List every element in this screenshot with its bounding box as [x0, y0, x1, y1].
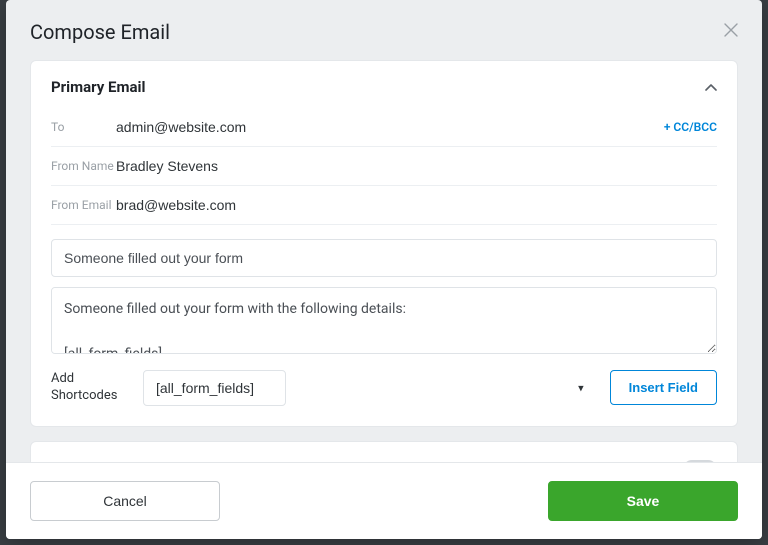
modal-footer: Cancel Save: [6, 462, 762, 539]
from-name-row: From Name: [51, 147, 717, 186]
shortcode-select-wrap: [all_form_fields]: [143, 370, 596, 406]
subject-input[interactable]: [51, 239, 717, 277]
cc-bcc-button[interactable]: + CC/BCC: [664, 120, 717, 134]
primary-email-title: Primary Email: [51, 78, 145, 96]
shortcode-select[interactable]: [all_form_fields]: [143, 370, 286, 406]
to-input[interactable]: [116, 119, 664, 135]
shortcode-row: Add Shortcodes [all_form_fields] Insert …: [51, 370, 717, 406]
primary-email-body: To + CC/BCC From Name From Email Someone…: [31, 108, 737, 426]
close-icon[interactable]: [724, 23, 738, 41]
from-name-label: From Name: [51, 159, 116, 173]
modal-body: Primary Email To + CC/BCC From Name From…: [6, 60, 762, 462]
compose-email-modal: Compose Email Primary Email To + CC/BCC …: [6, 0, 762, 539]
shortcode-label: Add Shortcodes: [51, 371, 129, 405]
chevron-up-icon[interactable]: [705, 77, 717, 96]
confirmation-card: Send confirmation email to user that sub…: [30, 441, 738, 462]
from-email-label: From Email: [51, 198, 116, 212]
modal-title: Compose Email: [30, 20, 170, 44]
insert-field-button[interactable]: Insert Field: [610, 370, 717, 405]
confirmation-toggle[interactable]: [683, 460, 717, 462]
message-textarea[interactable]: Someone filled out your form with the fo…: [51, 287, 717, 354]
from-email-row: From Email: [51, 186, 717, 225]
save-button[interactable]: Save: [548, 481, 738, 521]
primary-email-header[interactable]: Primary Email: [31, 61, 737, 108]
cancel-button[interactable]: Cancel: [30, 481, 220, 521]
primary-email-card: Primary Email To + CC/BCC From Name From…: [30, 60, 738, 427]
to-row: To + CC/BCC: [51, 108, 717, 147]
to-label: To: [51, 120, 116, 134]
modal-header: Compose Email: [6, 0, 762, 60]
from-email-input[interactable]: [116, 197, 717, 213]
from-name-input[interactable]: [116, 158, 717, 174]
